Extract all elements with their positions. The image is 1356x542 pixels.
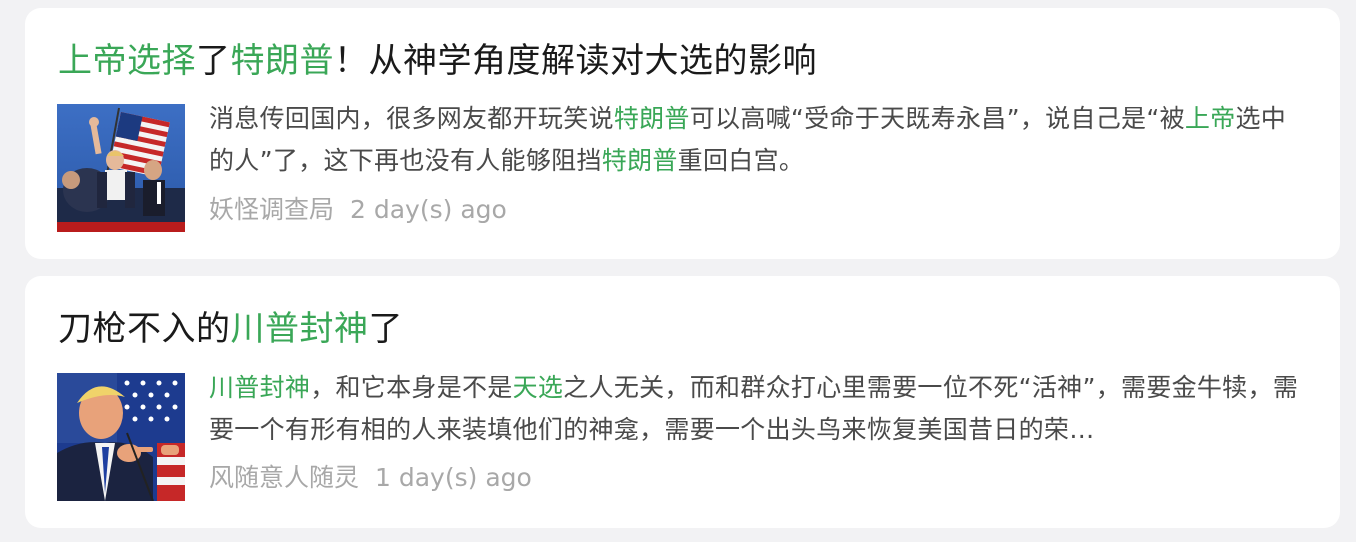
publish-time: 1 day(s) ago [375, 463, 532, 492]
result-thumbnail[interactable] [57, 373, 185, 501]
source-name[interactable]: 妖怪调查局 [209, 195, 334, 224]
thumbnail-photo-portrait [57, 373, 185, 501]
result-snippet: 消息传回国内，很多网友都开玩笑说特朗普可以高喊“受命于天既寿永昌”，说自己是“被… [209, 98, 1309, 182]
title-keyword-highlight: 上帝选择 [58, 41, 196, 81]
title-keyword-highlight: 特朗普 [230, 41, 334, 81]
thumbnail-photo-rally [57, 104, 185, 232]
snippet-keyword-highlight: 特朗普 [601, 146, 678, 175]
source-name[interactable]: 风随意人随灵 [209, 463, 359, 492]
title-text: 了 [368, 309, 403, 349]
publish-time: 2 day(s) ago [350, 195, 507, 224]
snippet-keyword-highlight: 天选 [512, 373, 564, 402]
snippet-keyword-highlight: 上帝 [1184, 104, 1236, 133]
result-meta: 妖怪调查局 2 day(s) ago [209, 193, 507, 227]
snippet-keyword-highlight: 特朗普 [613, 104, 690, 133]
result-title[interactable]: 刀枪不入的川普封神了 [58, 306, 403, 352]
snippet-text: ，和它本身是不是 [310, 373, 513, 402]
search-result-card[interactable]: 刀枪不入的川普封神了 川普封神，和它本身是不是天选之人无关，而和群众打心里需要一… [25, 276, 1340, 528]
title-text: ！从神学角度解读对大选的影响 [334, 41, 817, 81]
result-snippet: 川普封神，和它本身是不是天选之人无关，而和群众打心里需要一位不死“活神”，需要金… [209, 367, 1309, 451]
title-keyword-highlight: 川普封神 [230, 309, 369, 349]
result-title[interactable]: 上帝选择了特朗普！从神学角度解读对大选的影响 [58, 38, 817, 84]
snippet-keyword-highlight: 川普封神 [209, 373, 311, 402]
title-text: 了 [196, 41, 231, 81]
search-result-card[interactable]: 上帝选择了特朗普！从神学角度解读对大选的影响 消息传回国内，很多网友都开玩笑说特… [25, 8, 1340, 259]
result-thumbnail[interactable] [57, 104, 185, 232]
snippet-text: 可以高喊“受命于天既寿永昌”，说自己是“被 [689, 104, 1185, 133]
snippet-text: 消息传回国内，很多网友都开玩笑说 [209, 104, 614, 133]
snippet-text: 重回白宫。 [677, 146, 805, 175]
result-meta: 风随意人随灵 1 day(s) ago [209, 461, 532, 495]
title-text: 刀枪不入的 [58, 309, 231, 349]
